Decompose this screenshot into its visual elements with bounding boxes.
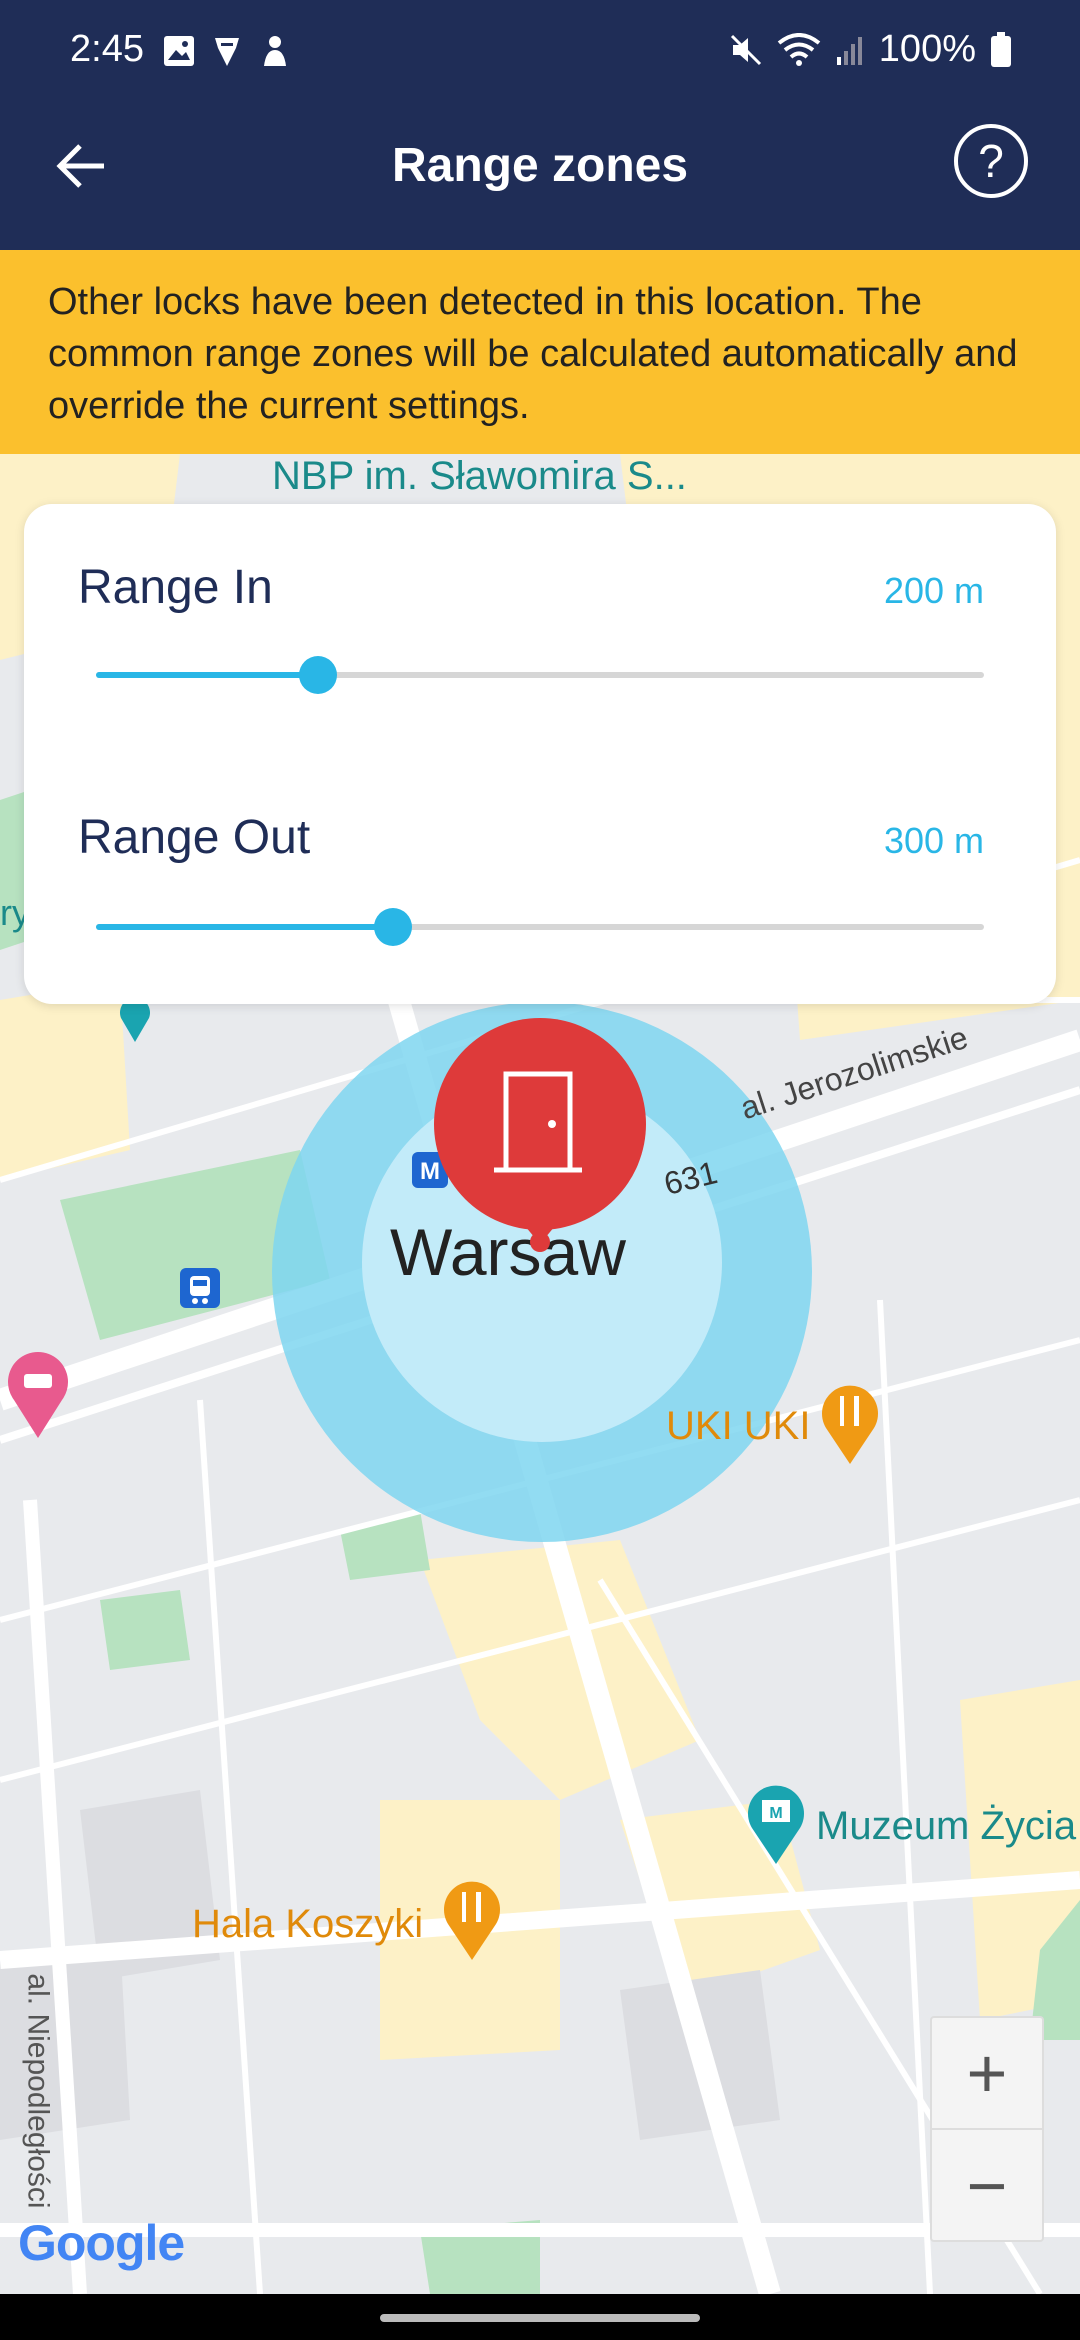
person-icon [264,36,286,66]
hotel-pin-icon [8,1352,69,1438]
train-icon [180,1268,220,1308]
wifi-icon [777,32,821,66]
status-icons-left [162,34,292,68]
lock-location-pin[interactable] [428,1014,656,1254]
app-bar: Range zones ? [0,106,1080,250]
home-handle[interactable] [380,2314,700,2322]
range-out-value: 300 m [883,820,984,861]
status-bar: 2:45 100% [0,0,1080,106]
google-attribution: Google [18,2215,185,2271]
google-logo: Google [18,2214,185,2272]
range-in-value: 200 m [883,570,984,611]
range-in-slider-fill [96,672,318,678]
map-label-nbp: NBP im. Sławomira S... [272,454,687,498]
help-button[interactable]: ? [954,124,1028,198]
restaurant-pin-icon-2 [444,1881,500,1960]
range-in-label: Range In [78,561,273,614]
zoom-controls: + − [930,2016,1044,2242]
system-nav-bar [0,2294,1080,2340]
signal-icon [836,36,862,65]
mute-icon [730,34,761,65]
range-out-slider-thumb[interactable] [374,908,412,946]
map-label-uki-uki: UKI UKI [666,1404,811,1448]
range-out-label: Range Out [78,811,311,864]
image-icon [164,36,194,66]
museum-pin-icon: M [748,1785,804,1864]
range-out-slider-fill [96,924,393,930]
restaurant-pin-icon [822,1385,878,1464]
map-label-muzeum: Muzeum Życia [816,1804,1077,1848]
map-label-niepodleglosci: al. Niepodległości [21,1973,55,2209]
range-in-slider[interactable] [96,656,984,694]
range-out-slider[interactable] [96,908,984,946]
question-mark-icon: ? [978,135,1004,187]
page-title: Range zones [391,139,689,192]
shield-bell-icon [215,38,239,66]
range-settings-card: Range In 200 m Range Out 300 m [24,504,1056,1004]
svg-text:M: M [769,1805,782,1822]
range-in-slider-thumb[interactable] [299,656,337,694]
battery-icon [991,31,1011,67]
warning-banner: Other locks have been detected in this l… [0,250,1080,454]
zoom-in-button[interactable]: + [932,2018,1042,2130]
map-label-hala-koszyki: Hala Koszyki [192,1902,424,1946]
status-icons-right: 100% [729,28,1012,71]
battery-level: 100% [878,28,976,70]
status-time: 2:45 [70,28,144,70]
zoom-out-button[interactable]: − [932,2130,1042,2242]
